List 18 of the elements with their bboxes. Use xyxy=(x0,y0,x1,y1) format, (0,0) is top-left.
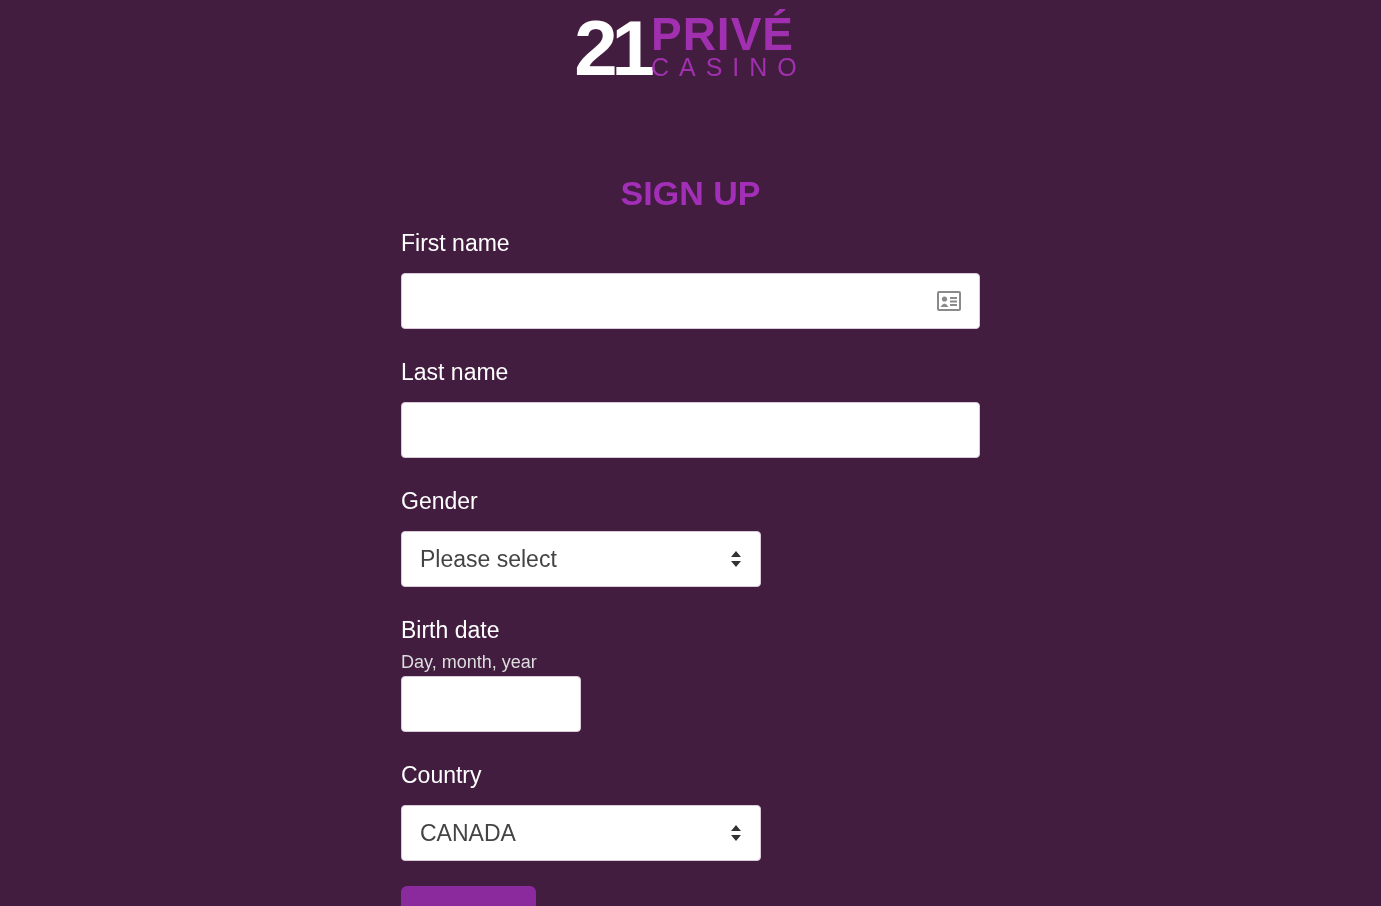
logo-number: 21 xyxy=(574,17,649,79)
page-title: SIGN UP xyxy=(620,173,761,213)
field-label: Country xyxy=(401,761,483,789)
select-dropdown[interactable]: CANADA xyxy=(401,805,761,861)
text-input-field[interactable] xyxy=(401,402,980,458)
submit-button[interactable] xyxy=(401,886,536,906)
sort-caret-icon xyxy=(730,550,742,568)
select-dropdown[interactable]: Please select xyxy=(401,531,761,587)
sort-caret-icon xyxy=(730,824,742,842)
field-label: Last name xyxy=(401,358,510,386)
logo-tagline: CASINO xyxy=(650,55,807,79)
field-hint: Day, month, year xyxy=(401,651,538,673)
text-input-field[interactable] xyxy=(401,273,980,329)
contact-card-icon xyxy=(937,291,961,311)
field-label: First name xyxy=(401,229,511,257)
date-input-field[interactable] xyxy=(401,676,581,732)
field-label: Gender xyxy=(401,487,479,515)
field-label: Birth date xyxy=(401,616,501,644)
